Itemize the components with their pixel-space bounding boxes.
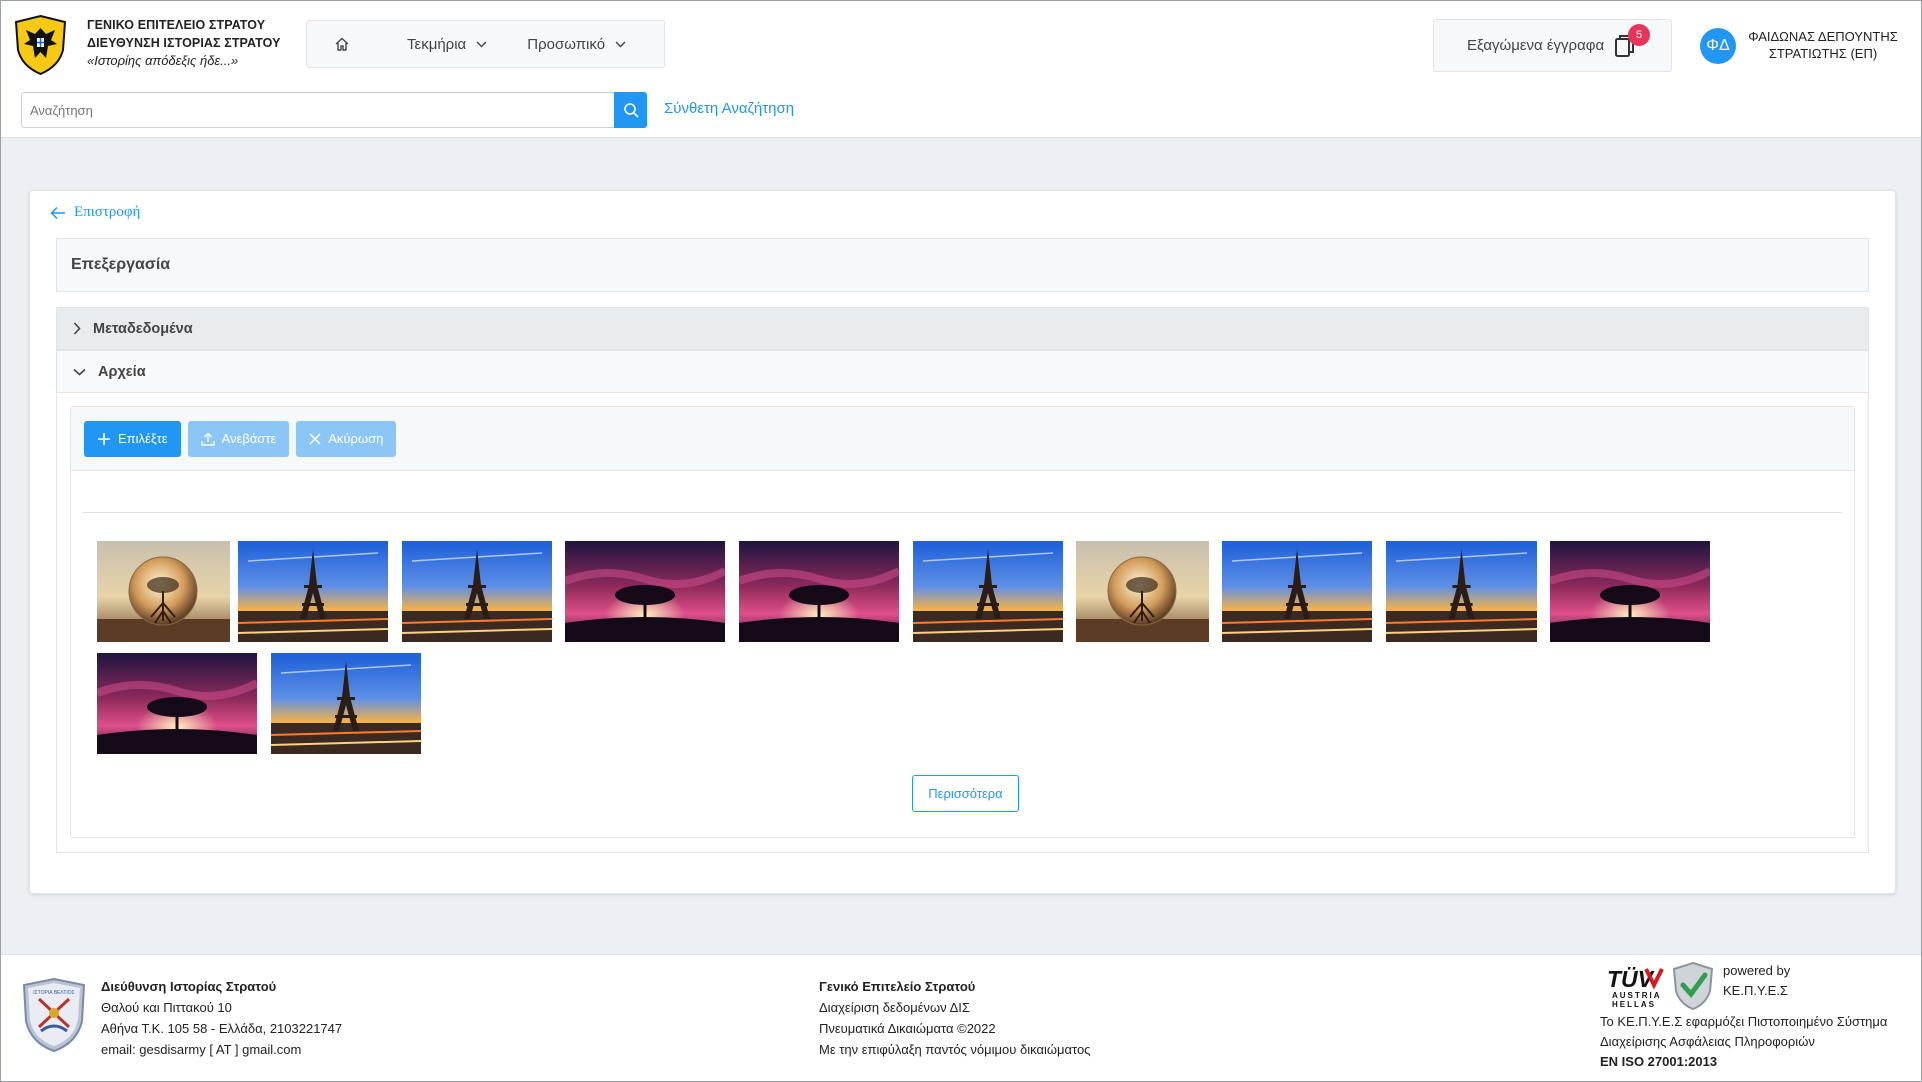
organization-name: ΓΕΝΙΚΟ ΕΠΙΤΕΛΕΙΟ ΣΤΡΑΤΟΥ ΔΙΕΥΘΥΝΣΗ ΙΣΤΟΡ…	[87, 16, 281, 70]
footer-contact: Διεύθυνση Ιστορίας Στρατού Θαλού και Πιτ…	[101, 976, 342, 1060]
eiffel-tower-image	[402, 541, 552, 642]
footer-contact-title: Διεύθυνση Ιστορίας Στρατού	[101, 979, 277, 994]
svg-text:ΙΣΤΟΡΙΑ ΒΕΛΤΙΟΣ: ΙΣΤΟΡΙΑ ΒΕΛΤΙΟΣ	[33, 990, 75, 996]
arrow-left-icon	[50, 206, 65, 219]
image-thumbnail[interactable]	[271, 653, 421, 754]
powered-by-org: ΚΕ.Π.Υ.Ε.Σ	[1723, 983, 1788, 998]
advanced-search-link[interactable]: Σύνθετη Αναζήτηση	[664, 100, 794, 117]
exported-documents-label: Εξαγώμενα έγγραφα	[1467, 37, 1605, 54]
footer-data-management: Διαχείριση δεδομένων ΔΙΣ	[819, 1000, 970, 1015]
main-navigation: Τεκμήρια Προσωπικό	[306, 20, 665, 68]
chevron-right-icon	[73, 322, 81, 335]
footer-copyright-year: Πνευματικά Δικαιώματα ©2022	[819, 1021, 996, 1036]
iso-line2: Διαχείρισης Ασφάλειας Πληροφοριών	[1600, 1034, 1815, 1049]
back-label: Επιστροφή	[74, 204, 141, 220]
accordion-label: Αρχεία	[98, 363, 146, 380]
iso-certification: Το ΚΕ.Π.Υ.Ε.Σ εφαρμόζει Πιστοποιημένο Σύ…	[1600, 1012, 1887, 1072]
edit-card: Επιστροφή Επεξεργασία Μεταδεδομένα Αρχεί…	[29, 190, 1896, 894]
svg-text:AUSTRIA: AUSTRIA	[1612, 991, 1662, 1000]
image-thumbnail[interactable]	[97, 653, 257, 754]
image-thumbnail[interactable]	[238, 541, 388, 642]
footer-rights-reserved: Με την επιφύλαξη παντός νόμιμου δικαιώμα…	[819, 1042, 1091, 1057]
nav-item-label: Προσωπικό	[527, 35, 606, 53]
search-icon	[623, 103, 638, 118]
app-header: ΓΕΝΙΚΟ ΕΠΙΤΕΛΕΙΟ ΣΤΡΑΤΟΥ ΔΙΕΥΘΥΝΣΗ ΙΣΤΟΡ…	[1, 1, 1921, 138]
powered-by-label: powered by	[1723, 963, 1791, 978]
file-uploader: Επιλέξτε Ανεβάστε Ακύρωση Περισσότερα	[70, 406, 1855, 838]
tree-sunset-image	[97, 653, 257, 754]
history-directorate-logo: ΙΣΤΟΡΙΑ ΒΕΛΤΙΟΣ	[22, 977, 86, 1053]
svg-text:HELLAS: HELLAS	[1612, 1000, 1656, 1009]
org-name-line1: ΓΕΝΙΚΟ ΕΠΙΤΕΛΕΙΟ ΣΤΡΑΤΟΥ	[87, 18, 266, 32]
back-link[interactable]: Επιστροφή	[50, 204, 140, 221]
user-avatar[interactable]: ΦΔ	[1700, 28, 1736, 64]
nav-item-prosopiko[interactable]: Προσωπικό	[513, 21, 640, 67]
eiffel-tower-image	[1386, 541, 1537, 642]
image-thumbnail[interactable]	[1076, 541, 1209, 642]
tree-sunset-image	[739, 541, 899, 642]
org-name-line2: ΔΙΕΥΘΥΝΣΗ ΙΣΤΟΡΙΑΣ ΣΤΡΑΤΟΥ	[87, 36, 281, 50]
powered-by: powered by ΚΕ.Π.Υ.Ε.Σ	[1723, 961, 1790, 1001]
org-motto: «Ιστορίης απόδεξις ήδε...»	[87, 53, 239, 68]
footer-city-phone: Αθήνα Τ.Κ. 105 58 - Ελλάδα, 2103221747	[101, 1021, 343, 1036]
page-footer: ΙΣΤΟΡΙΑ ΒΕΛΤΙΟΣ Διεύθυνση Ιστορίας Στρατ…	[1, 954, 1921, 1081]
search-button[interactable]	[614, 92, 647, 128]
image-thumbnail[interactable]	[913, 541, 1063, 642]
image-thumbnail[interactable]	[402, 541, 552, 642]
eiffel-tower-image	[271, 653, 421, 754]
footer-address: Θαλού και Πιττακού 10	[101, 1000, 232, 1015]
accordion-metadata-header[interactable]: Μεταδεδομένα	[56, 307, 1869, 350]
image-thumbnail[interactable]	[1550, 541, 1710, 642]
home-icon	[335, 37, 349, 51]
eiffel-tower-image	[1222, 541, 1372, 642]
chevron-down-icon	[73, 368, 86, 376]
footer-copyright: Γενικό Επιτελείο Στρατού Διαχείριση δεδο…	[819, 976, 1090, 1060]
image-thumbnail[interactable]	[97, 541, 230, 642]
crystal-ball-image	[97, 541, 230, 642]
crystal-ball-image	[1076, 541, 1209, 642]
image-thumbnail[interactable]	[1386, 541, 1537, 642]
iso-standard: EN ISO 27001:2013	[1600, 1054, 1718, 1069]
image-thumbnail[interactable]	[565, 541, 725, 642]
image-thumbnail[interactable]	[1222, 541, 1372, 642]
eiffel-tower-image	[913, 541, 1063, 642]
iso-line1: Το ΚΕ.Π.Υ.Ε.Σ εφαρμόζει Πιστοποιημένο Σύ…	[1600, 1014, 1888, 1029]
user-name-line2: ΣΤΡΑΤΙΩΤΗΣ (ΕΠ)	[1768, 46, 1878, 61]
chevron-down-icon	[476, 41, 487, 47]
image-gallery	[71, 407, 1854, 837]
accordion-files-header[interactable]: Αρχεία	[56, 350, 1869, 393]
footer-email: email: gesdisarmy [ AT ] gmail.com	[101, 1042, 302, 1057]
nav-home-button[interactable]	[307, 21, 377, 67]
tuv-austria-logo: TÜV AUSTRIA HELLAS	[1607, 966, 1664, 1009]
exported-documents-button[interactable]: Εξαγώμενα έγγραφα 5	[1433, 19, 1672, 72]
footer-copyright-title: Γενικό Επιτελείο Στρατού	[819, 979, 976, 994]
nav-item-label: Τεκμήρια	[407, 35, 467, 53]
user-name[interactable]: ΦΑΙΔΩΝΑΣ ΔΕΠΟΥΝΤΗΣ ΣΤΡΑΤΙΩΤΗΣ (ΕΠ)	[1743, 28, 1903, 62]
tree-sunset-image	[1550, 541, 1710, 642]
search-input[interactable]	[21, 92, 615, 128]
tree-sunset-image	[565, 541, 725, 642]
user-name-line1: ΦΑΙΔΩΝΑΣ ΔΕΠΟΥΝΤΗΣ	[1748, 29, 1898, 44]
army-emblem-logo[interactable]	[13, 14, 68, 76]
more-button[interactable]: Περισσότερα	[912, 775, 1019, 812]
chevron-down-icon	[615, 41, 626, 47]
kepyes-shield-logo	[1672, 961, 1714, 1011]
accordion-label: Μεταδεδομένα	[93, 320, 193, 337]
exported-count-badge: 5	[1628, 24, 1650, 46]
nav-item-tekmiria[interactable]: Τεκμήρια	[393, 21, 501, 67]
accordion-files-content: Επιλέξτε Ανεβάστε Ακύρωση Περισσότερα	[56, 393, 1869, 853]
image-thumbnail[interactable]	[739, 541, 899, 642]
page-title: Επεξεργασία	[56, 238, 1869, 292]
eiffel-tower-image	[238, 541, 388, 642]
